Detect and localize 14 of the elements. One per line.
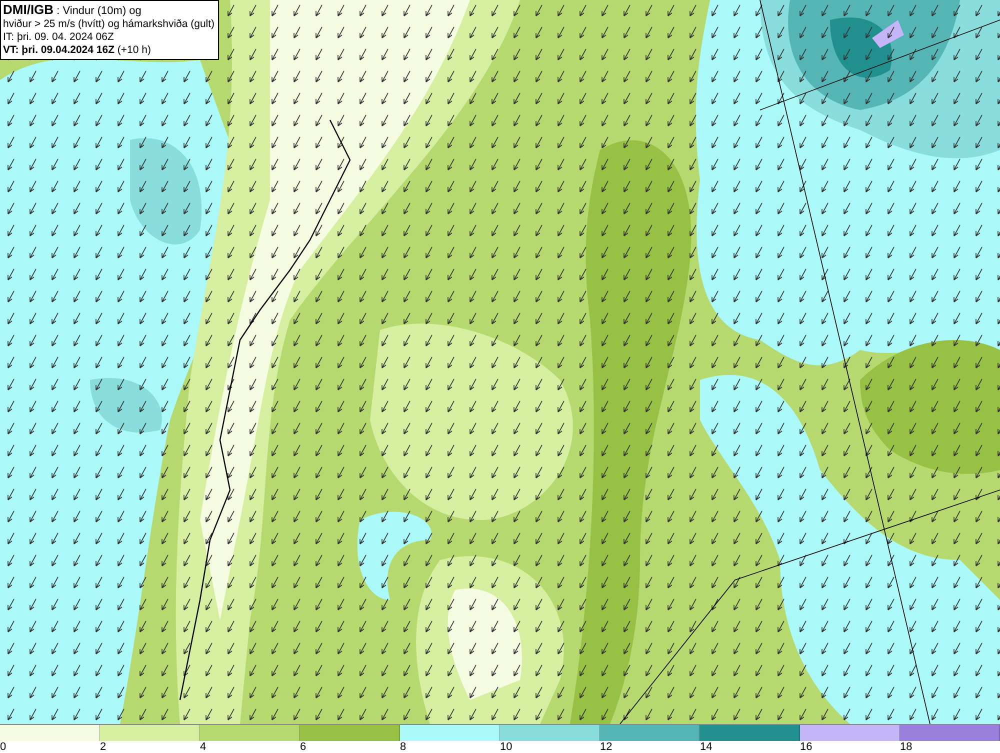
title-line: DMI/IGB : Vindur (10m) og (3, 3, 142, 18)
legend-label: 12 (600, 741, 614, 753)
legend-label: 0 (0, 741, 8, 753)
title-line: hviður > 25 m/s (hvítt) og hámarkshviða (gult) (3, 18, 215, 31)
legend-label: 18 (900, 741, 914, 753)
legend-label: 16 (800, 741, 814, 753)
title-line: IT: þri. 09. 04. 2024 06Z (3, 31, 115, 44)
legend-label: 14 (700, 741, 714, 753)
legend-label: 10 (500, 741, 514, 753)
legend-label: 4 (200, 741, 208, 753)
legend-label: 8 (400, 741, 408, 753)
legend-label: 6 (300, 741, 308, 753)
title-line: VT: þri. 09.04.2024 16Z (+10 h) (3, 44, 152, 57)
legend-label: 2 (100, 741, 108, 753)
